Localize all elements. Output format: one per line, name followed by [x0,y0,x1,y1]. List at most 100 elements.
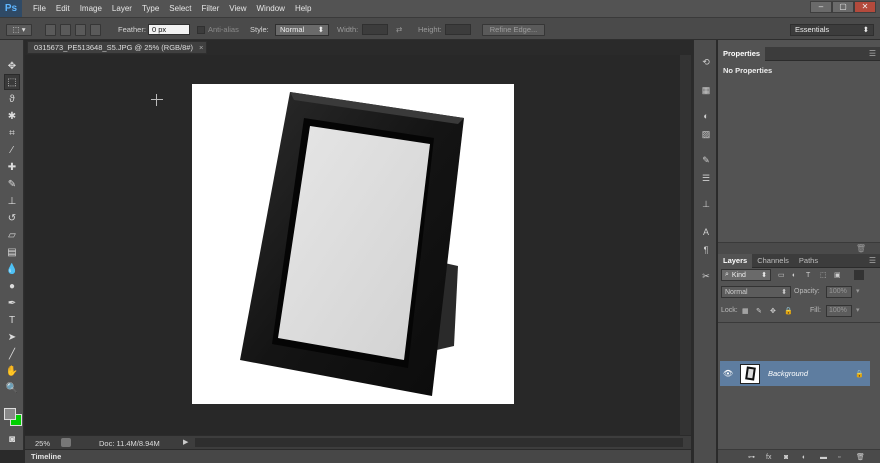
menu-window[interactable]: Window [252,0,290,17]
blur-tool-icon[interactable]: 💧 [4,261,20,277]
restore-button[interactable]: ▢ [832,1,854,13]
line-tool-icon[interactable]: ╱ [4,346,20,362]
new-layer-icon[interactable]: ▫ [838,452,840,462]
pen-tool-icon[interactable]: ✒ [4,295,20,311]
filter-type-icon[interactable]: T [806,270,810,280]
feather-value[interactable]: 0 px [148,24,190,35]
styles-panel-icon[interactable]: ▨ [699,128,713,140]
menu-type[interactable]: Type [137,0,164,17]
type-tool-icon[interactable]: T [4,312,20,328]
layer-style-icon[interactable]: fx [766,452,771,462]
status-menu-arrow-icon[interactable]: ▶ [183,438,188,446]
zoom-tool-icon[interactable]: 🔍 [4,380,20,396]
hand-tool-icon[interactable]: ✋ [4,363,20,379]
blend-mode-select[interactable]: Normal ⬍ [721,286,791,298]
filter-toggle-icon[interactable] [854,270,864,280]
delete-layer-icon[interactable]: 🗑 [856,452,865,462]
filter-pixel-icon[interactable]: ▭ [778,270,785,280]
clone-source-panel-icon[interactable]: ⊥ [699,198,713,210]
menu-file[interactable]: File [28,0,51,17]
tool-preset-picker[interactable]: ⬚ ▾ [6,18,32,41]
width-input[interactable] [362,18,388,41]
menu-image[interactable]: Image [75,0,107,17]
brush-panel-icon[interactable]: ✎ [699,154,713,166]
document-canvas[interactable] [192,84,514,404]
tab-properties[interactable]: Properties [718,46,766,61]
brush-presets-panel-icon[interactable]: ☰ [699,172,713,184]
menu-select[interactable]: Select [164,0,196,17]
eyedropper-tool-icon[interactable]: ⁄ [4,142,20,158]
intersect-selection-icon[interactable] [90,18,101,41]
close-button[interactable]: ✕ [854,1,876,13]
horizontal-scrollbar[interactable] [195,438,683,447]
opacity-input[interactable]: 100% [826,286,852,298]
layer-filter-select[interactable]: ⌕ Kind ⬍ [721,269,771,281]
quick-mask-icon[interactable]: ◙ [4,431,20,447]
character-panel-icon[interactable]: A [699,226,713,238]
new-adjustment-icon[interactable]: ◐ [802,452,806,462]
paragraph-panel-icon[interactable]: ¶ [699,244,713,256]
subtract-selection-icon[interactable] [75,18,86,41]
style-select[interactable]: Normal ⬍ [275,18,329,41]
close-tab-icon[interactable]: × [199,43,203,52]
swatches-panel-icon[interactable]: ▦ [699,84,713,96]
move-tool-icon[interactable]: ✥ [4,58,20,74]
add-mask-icon[interactable]: ◙ [784,452,788,462]
tab-paths[interactable]: Paths [794,254,823,268]
timeline-panel-tab[interactable]: Timeline [25,449,691,463]
lasso-tool-icon[interactable]: ϑ [4,91,20,107]
lock-image-icon[interactable]: ✎ [756,306,762,316]
foreground-color-swatch[interactable] [4,408,16,420]
lock-position-icon[interactable]: ✥ [770,306,776,316]
eye-icon[interactable]: 👁 [720,369,736,378]
filter-adjustment-icon[interactable]: ◐ [792,270,796,280]
filter-smart-object-icon[interactable]: ▣ [834,270,841,280]
crop-tool-icon[interactable]: ⌗ [4,125,20,141]
panel-menu-icon[interactable]: ☰ [869,49,876,58]
fill-input[interactable]: 100% [826,305,852,317]
dodge-tool-icon[interactable]: ● [4,278,20,294]
history-brush-tool-icon[interactable]: ↺ [4,210,20,226]
healing-brush-tool-icon[interactable]: ✚ [4,159,20,175]
height-input[interactable] [445,18,471,41]
opacity-arrow-icon[interactable]: ▾ [856,287,860,295]
menu-filter[interactable]: Filter [197,0,225,17]
path-selection-tool-icon[interactable]: ➤ [4,329,20,345]
new-group-icon[interactable]: ▬ [820,452,827,462]
add-selection-icon[interactable] [60,18,71,41]
panel-menu-icon[interactable]: ☰ [869,256,876,265]
eraser-tool-icon[interactable]: ▱ [4,227,20,243]
filter-shape-icon[interactable]: ⬚ [820,270,827,280]
minimize-button[interactable]: – [810,1,832,13]
lock-transparent-icon[interactable]: ▦ [742,306,749,316]
status-info-icon[interactable] [61,438,71,447]
swap-icon[interactable]: ⇄ [396,18,402,41]
brush-tool-icon[interactable]: ✎ [4,176,20,192]
vertical-scrollbar[interactable] [680,55,691,435]
tool-presets-panel-icon[interactable]: ✂ [699,270,713,282]
adjustments-panel-icon[interactable]: ◐ [699,110,713,122]
menu-help[interactable]: Help [290,0,316,17]
gradient-tool-icon[interactable]: ▤ [4,244,20,260]
refine-edge-button[interactable]: Refine Edge... [482,18,545,41]
layer-name[interactable]: Background [768,369,808,378]
layer-row-background[interactable]: 👁 Background 🔒 [720,361,870,386]
trash-icon[interactable]: 🗑 [856,244,866,253]
menu-layer[interactable]: Layer [107,0,137,17]
marquee-tool-icon[interactable]: ⬚ [4,74,20,90]
fill-arrow-icon[interactable]: ▾ [856,306,860,314]
link-layers-icon[interactable]: ⊶ [748,452,755,462]
zoom-level[interactable]: 25% [35,439,50,448]
antialias-checkbox[interactable] [197,18,205,41]
tab-channels[interactable]: Channels [752,254,794,268]
feather-input[interactable]: 0 px [148,18,190,41]
menu-edit[interactable]: Edit [51,0,75,17]
lock-all-icon[interactable]: 🔒 [784,306,793,316]
workspace-select[interactable]: Essentials ⬍ [790,18,874,41]
document-tab[interactable]: 0315673_PE513648_S5.JPG @ 25% (RGB/8#) × [27,41,207,54]
menu-view[interactable]: View [224,0,251,17]
magic-wand-tool-icon[interactable]: ✱ [4,108,20,124]
tab-layers[interactable]: Layers [718,253,753,268]
clone-stamp-tool-icon[interactable]: ⊥ [4,193,20,209]
new-selection-icon[interactable] [45,18,56,41]
